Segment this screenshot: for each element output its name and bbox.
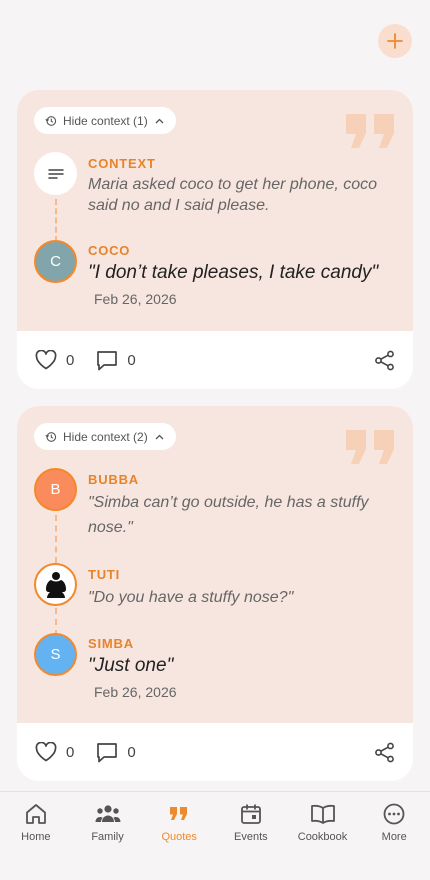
context-avatar (34, 152, 77, 195)
share-button[interactable] (374, 350, 395, 371)
comment-button[interactable]: 0 (96, 742, 136, 763)
avatar[interactable]: C (34, 240, 77, 283)
card-actions: 0 0 (17, 723, 413, 781)
history-icon (45, 115, 57, 126)
comment-icon (97, 742, 118, 762)
quote-text: "Just one" (88, 655, 174, 676)
avatar-initial: C (50, 253, 61, 270)
more-icon (383, 803, 405, 825)
like-count: 0 (66, 743, 75, 761)
context-text: Maria asked coco to get her phone, coco … (88, 176, 378, 214)
hide-context-label: Hide context (2) (63, 429, 148, 444)
nav-label: More (381, 831, 407, 843)
nav-home[interactable]: Home (0, 792, 72, 880)
add-quote-button[interactable] (378, 24, 412, 58)
notes-icon (47, 168, 64, 179)
comment-count: 0 (127, 351, 136, 369)
context-entry: TUTI "Do you have a stuffy nose?" (34, 563, 397, 608)
card-actions: 0 0 (17, 331, 413, 389)
quote-date: Feb 26, 2026 (94, 684, 177, 700)
context-label: CONTEXT (88, 156, 156, 171)
thread-connector (55, 608, 57, 636)
nav-more[interactable]: More (358, 792, 430, 880)
speaker-name: SIMBA (88, 636, 134, 651)
context-entry: CONTEXT Maria asked coco to get her phon… (34, 152, 397, 222)
avatar[interactable]: B (34, 468, 77, 511)
nav-label: Cookbook (297, 831, 348, 843)
speaker-name: TUTI (88, 567, 121, 582)
nav-label: Events (234, 831, 268, 843)
nav-label: Quotes (161, 831, 197, 843)
share-icon (375, 350, 394, 370)
nav-label: Family (91, 831, 124, 843)
comment-count: 0 (127, 743, 136, 761)
quote-watermark-icon (346, 430, 394, 464)
avatar-initial: B (50, 481, 61, 498)
share-button[interactable] (374, 742, 395, 763)
quote-entry: C COCO "I don’t take pleases, I take can… (34, 240, 397, 310)
hide-context-toggle[interactable]: Hide context (2) (34, 423, 176, 450)
avatar[interactable] (34, 563, 77, 606)
context-entry: B BUBBA "Simba can’t go outside, he has … (34, 468, 397, 543)
nav-quotes[interactable]: Quotes (143, 792, 215, 880)
heart-icon (35, 742, 57, 762)
home-icon (25, 804, 46, 824)
quotes-icon (170, 807, 188, 820)
nav-events[interactable]: Events (215, 792, 287, 880)
nav-family[interactable]: Family (72, 792, 144, 880)
quote-card: Hide context (1) CONTEXT Maria asked coc… (17, 90, 413, 389)
history-icon (45, 431, 57, 442)
quote-text: "I don’t take pleases, I take candy" (88, 262, 379, 283)
avatar[interactable]: S (34, 633, 77, 676)
quote-watermark-icon (346, 114, 394, 148)
comment-icon (97, 350, 118, 370)
quote-card: Hide context (2) B BUBBA "Simba can’t go… (17, 406, 413, 781)
like-count: 0 (66, 351, 75, 369)
like-button[interactable]: 0 (35, 742, 74, 762)
hide-context-label: Hide context (1) (63, 113, 148, 128)
context-quote-text: "Do you have a stuffy nose?" (88, 589, 294, 606)
comment-button[interactable]: 0 (96, 350, 136, 371)
nav-cookbook[interactable]: Cookbook (287, 792, 359, 880)
calendar-icon (240, 804, 261, 824)
book-icon (310, 804, 335, 824)
person-silhouette-icon (45, 571, 66, 598)
family-icon (95, 805, 120, 822)
quote-date: Feb 26, 2026 (94, 291, 177, 307)
heart-icon (35, 350, 57, 370)
chevron-up-icon (155, 434, 164, 439)
context-quote-text: "Simba can’t go outside, he has a stuffy… (88, 494, 369, 536)
chevron-up-icon (155, 118, 164, 123)
nav-label: Home (21, 831, 51, 843)
quote-entry: S SIMBA "Just one" Feb 26, 2026 (34, 633, 397, 708)
hide-context-toggle[interactable]: Hide context (1) (34, 107, 176, 134)
speaker-name: COCO (88, 243, 131, 258)
like-button[interactable]: 0 (35, 350, 74, 370)
plus-icon (387, 33, 403, 49)
share-icon (375, 742, 394, 762)
bottom-nav: Home Family Quotes Events Cookbook More (0, 791, 430, 880)
speaker-name: BUBBA (88, 472, 139, 487)
avatar-initial: S (50, 646, 61, 663)
